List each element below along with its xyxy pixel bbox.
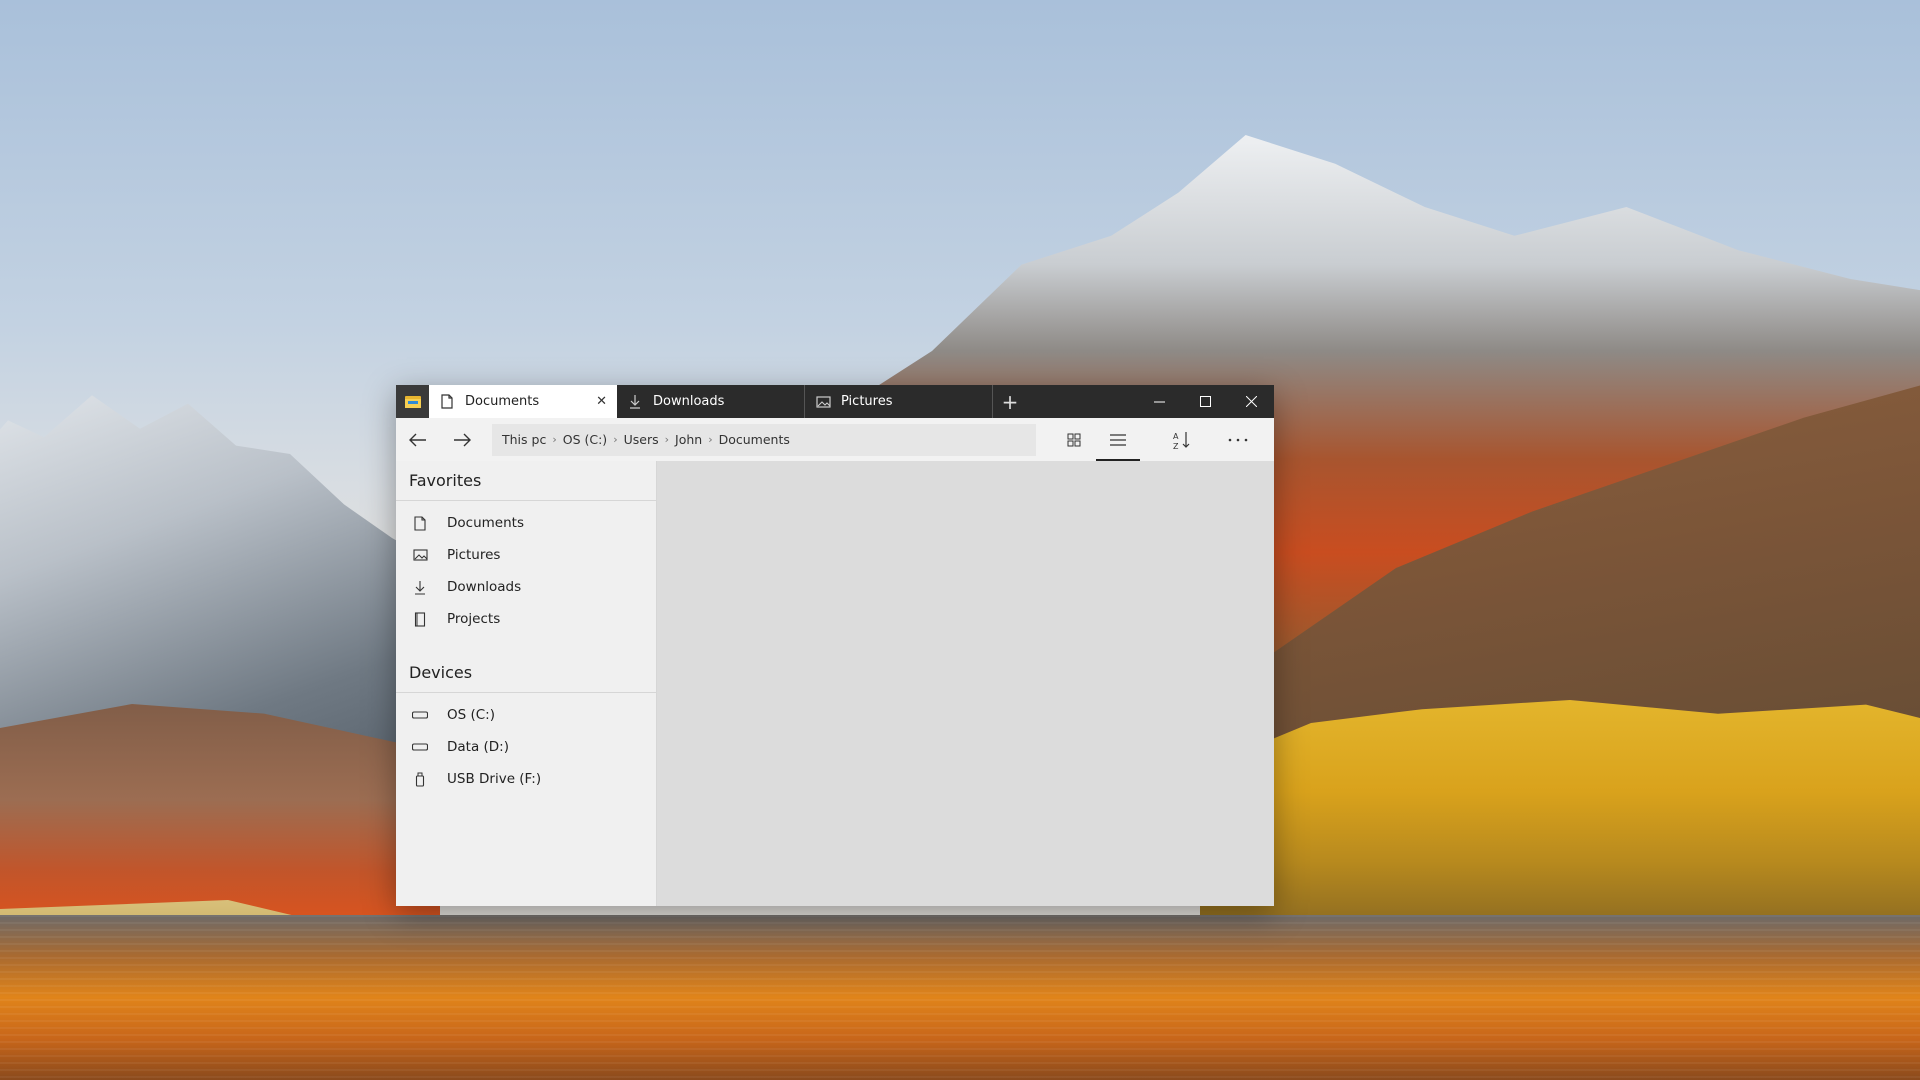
drive-icon — [412, 707, 428, 723]
new-tab-button[interactable]: + — [993, 385, 1027, 418]
back-button[interactable] — [396, 418, 440, 461]
minimize-button[interactable] — [1136, 385, 1182, 418]
sort-az-icon: A Z — [1173, 431, 1190, 450]
breadcrumb[interactable]: This pc › OS (C:) › Users › John › Docum… — [492, 423, 1036, 456]
sidebar-item-label: Projects — [447, 611, 501, 627]
file-list-area[interactable] — [657, 461, 1274, 906]
toolbar: This pc › OS (C:) › Users › John › Docum… — [396, 418, 1274, 461]
project-icon — [412, 611, 428, 627]
svg-text:A: A — [1173, 432, 1179, 441]
sidebar-item-label: Data (D:) — [447, 739, 510, 755]
close-window-button[interactable] — [1228, 385, 1274, 418]
tab-documents[interactable]: Documents ✕ — [429, 385, 617, 418]
sidebar-item-projects[interactable]: Projects — [396, 603, 656, 635]
download-icon — [627, 394, 643, 409]
maximize-button[interactable] — [1182, 385, 1228, 418]
list-icon — [1110, 433, 1126, 446]
more-icon — [1228, 438, 1248, 441]
picture-icon — [412, 547, 428, 563]
favorites-heading: Favorites — [396, 461, 656, 501]
sidebar-item-label: USB Drive (F:) — [447, 771, 542, 787]
svg-text:Z: Z — [1173, 442, 1179, 450]
breadcrumb-item[interactable]: Documents — [719, 432, 790, 447]
breadcrumb-item[interactable]: OS (C:) — [563, 432, 607, 447]
picture-icon — [815, 395, 831, 408]
breadcrumb-item[interactable]: Users — [624, 432, 659, 447]
sidebar-item-data-drive[interactable]: Data (D:) — [396, 731, 656, 763]
sidebar-item-label: Downloads — [447, 579, 522, 595]
list-view-button[interactable] — [1096, 418, 1140, 461]
file-explorer-window: Documents ✕ Downloads Pictures + This pc… — [396, 385, 1274, 906]
more-options-button[interactable] — [1216, 418, 1260, 461]
chevron-right-icon: › — [613, 433, 618, 446]
sidebar-item-pictures[interactable]: Pictures — [396, 539, 656, 571]
sidebar-item-documents[interactable]: Documents — [396, 507, 656, 539]
close-tab-icon[interactable]: ✕ — [596, 394, 607, 409]
forward-button[interactable] — [440, 418, 484, 461]
devices-heading: Devices — [396, 653, 656, 693]
document-icon — [412, 515, 428, 531]
sidebar-item-label: Pictures — [447, 547, 501, 563]
breadcrumb-item[interactable]: This pc — [502, 432, 546, 447]
sort-button[interactable]: A Z — [1160, 418, 1204, 461]
forward-arrow-icon — [454, 433, 471, 446]
app-folder-icon — [396, 385, 429, 418]
sidebar-item-label: Documents — [447, 515, 524, 531]
sidebar: Favorites Documents Pictures Downloads P… — [396, 461, 657, 906]
chevron-right-icon: › — [552, 433, 557, 446]
sidebar-item-usb-drive[interactable]: USB Drive (F:) — [396, 763, 656, 795]
sidebar-item-label: OS (C:) — [447, 707, 495, 723]
drive-icon — [412, 739, 428, 755]
back-arrow-icon — [409, 433, 426, 446]
wallpaper-lake-ripples — [0, 915, 1920, 1080]
sidebar-item-downloads[interactable]: Downloads — [396, 571, 656, 603]
grid-view-button[interactable] — [1052, 418, 1096, 461]
sidebar-item-os-drive[interactable]: OS (C:) — [396, 699, 656, 731]
tab-label: Pictures — [841, 394, 893, 409]
download-icon — [412, 579, 428, 595]
chevron-right-icon: › — [664, 433, 670, 446]
grid-icon — [1067, 433, 1081, 446]
chevron-right-icon: › — [708, 433, 713, 446]
tab-label: Downloads — [653, 394, 725, 409]
wallpaper-foliage — [1200, 700, 1920, 930]
tab-label: Documents — [465, 394, 540, 409]
tab-downloads[interactable]: Downloads — [617, 385, 805, 418]
usb-drive-icon — [412, 771, 428, 787]
tab-pictures[interactable]: Pictures — [805, 385, 993, 418]
document-icon — [439, 394, 455, 409]
title-bar[interactable]: Documents ✕ Downloads Pictures + — [396, 385, 1274, 418]
breadcrumb-item[interactable]: John — [675, 432, 702, 447]
